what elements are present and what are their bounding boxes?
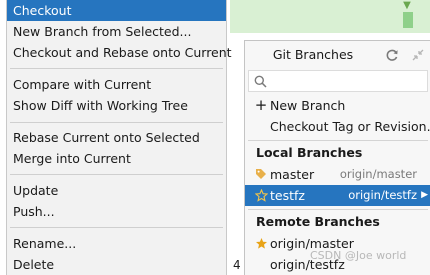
- ide-window: ▼ 4 Checkout New Branch from Selected...…: [0, 0, 430, 275]
- popup-separator: [248, 140, 428, 141]
- submenu-arrow-icon: ▶: [421, 190, 428, 200]
- popup-title: Git Branches: [272, 47, 354, 62]
- plus-icon: +: [254, 96, 268, 114]
- branch-context-menu: Checkout New Branch from Selected... Che…: [6, 0, 232, 275]
- menu-item-show-diff-working-tree[interactable]: Show Diff with Working Tree: [7, 95, 226, 116]
- menu-item-update[interactable]: Update: [7, 180, 226, 201]
- star-outline-icon: [254, 185, 268, 206]
- collapse-icon[interactable]: [411, 48, 425, 62]
- chevron-down-icon[interactable]: ▼: [400, 0, 414, 12]
- tag-icon: [254, 164, 268, 185]
- tracking-branch: origin/testfz: [348, 188, 417, 202]
- remote-branches-header: Remote Branches: [256, 214, 380, 229]
- branch-name: testfz: [270, 188, 305, 203]
- action-new-branch[interactable]: + New Branch: [245, 95, 430, 116]
- menu-item-rename[interactable]: Rename...: [7, 233, 226, 254]
- menu-item-compare-with-current[interactable]: Compare with Current: [7, 74, 226, 95]
- action-label: Checkout Tag or Revision...: [270, 119, 430, 134]
- menu-separator: [10, 174, 223, 175]
- local-branch-master[interactable]: master origin/master: [245, 164, 430, 185]
- popup-separator: [248, 209, 428, 210]
- menu-item-new-branch-from-selected[interactable]: New Branch from Selected...: [7, 21, 226, 42]
- diff-gutter-marker: [403, 12, 413, 28]
- menu-item-checkout-and-rebase[interactable]: Checkout and Rebase onto Current: [7, 42, 232, 63]
- menu-item-rebase-current-onto-selected[interactable]: Rebase Current onto Selected: [7, 127, 226, 148]
- local-branches-header: Local Branches: [256, 145, 363, 160]
- branch-search-input[interactable]: [271, 72, 425, 92]
- star-filled-icon: [254, 233, 268, 254]
- tracking-branch: origin/master: [339, 167, 417, 181]
- menu-separator: [10, 227, 223, 228]
- git-branches-popup: Git Branches + New Branch Checkout Tag o…: [244, 40, 430, 275]
- refresh-icon[interactable]: [385, 48, 399, 62]
- menu-separator: [10, 68, 223, 69]
- menu-item-push[interactable]: Push...: [7, 201, 226, 222]
- branch-name: master: [270, 167, 315, 182]
- local-branch-testfz[interactable]: testfz origin/testfz ▶: [245, 185, 430, 206]
- search-icon: [254, 75, 267, 88]
- action-label: New Branch: [270, 98, 346, 113]
- menu-item-checkout[interactable]: Checkout: [7, 0, 226, 21]
- action-checkout-tag-or-revision[interactable]: Checkout Tag or Revision...: [245, 116, 430, 137]
- watermark: CSDN @Joe world: [310, 249, 407, 262]
- menu-item-delete[interactable]: Delete: [7, 254, 226, 275]
- menu-item-merge-into-current[interactable]: Merge into Current: [7, 148, 226, 169]
- menu-separator: [10, 122, 223, 123]
- branch-search-field[interactable]: [248, 70, 428, 92]
